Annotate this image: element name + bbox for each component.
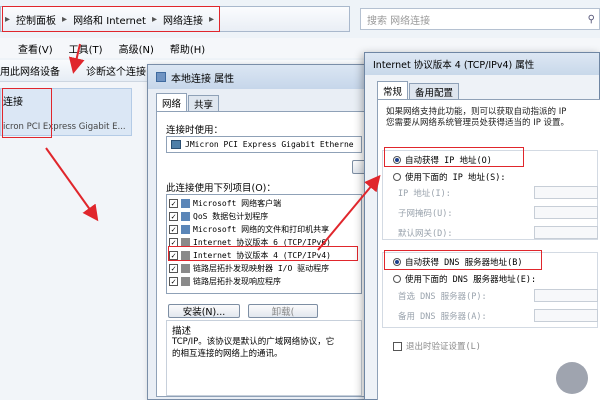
install-buttons-row: 安装(N)... 卸载(: [168, 304, 318, 318]
preferred-dns-input[interactable]: [534, 289, 598, 302]
search-input[interactable]: 搜索 网络连接 ⚲: [360, 8, 600, 30]
alternate-dns-label: 备用 DNS 服务器(A):: [398, 312, 487, 322]
gateway-label: 默认网关(D):: [398, 229, 453, 239]
items-list[interactable]: ✓ Microsoft 网络客户端 ✓ QoS 数据包计划程序 ✓ Microsoft…: [166, 194, 362, 294]
connect-using-label: 连接时使用：: [166, 125, 224, 136]
item-label: Microsoft 网络客户端: [193, 199, 282, 208]
dialog2-tabs: 常规 备用配置: [377, 81, 460, 99]
dialog-title-bar: 本地连接 属性: [148, 65, 368, 89]
list-item[interactable]: ✓ Microsoft 网络客户端: [169, 197, 331, 210]
menu-tools[interactable]: 工具(T): [69, 41, 103, 56]
subnet-mask-input[interactable]: [534, 206, 598, 219]
item-label: 链路层拓扑发现映射器 I/O 驱动程序: [193, 264, 330, 273]
item-label: Microsoft 网络的文件和打印机共享: [193, 225, 330, 234]
items-label: 此连接使用下列项目(O)：: [166, 183, 276, 194]
adapter-name: JMicron PCI Express Gigabit Etherne: [185, 140, 354, 149]
search-icon[interactable]: ⚲: [588, 14, 595, 25]
list-item[interactable]: ✓ 链路层拓扑发现响应程序: [169, 275, 331, 288]
checkbox[interactable]: ✓: [169, 225, 178, 234]
tab-network[interactable]: 网络: [156, 93, 188, 111]
description-text: TCP/IP。该协议是默认的广域网络协议，它 的相互连接的网络上的通讯。: [172, 337, 335, 359]
watermark-logo: [556, 362, 588, 394]
item-label: 链路层拓扑发现响应程序: [193, 277, 281, 286]
ip-address-input[interactable]: [534, 186, 598, 199]
dialog-title: 本地连接 属性: [171, 73, 235, 85]
list-item[interactable]: ✓ Microsoft 网络的文件和打印机共享: [169, 223, 331, 236]
uninstall-button[interactable]: 卸载(: [248, 304, 318, 318]
checkbox[interactable]: ✓: [169, 199, 178, 208]
install-button[interactable]: 安装(N)...: [168, 304, 240, 318]
manual-dns-option[interactable]: 使用下面的 DNS 服务器地址(E):: [393, 273, 536, 285]
qos-icon: [181, 212, 190, 221]
toolbar-diagnose[interactable]: 诊断这个连接: [86, 63, 146, 78]
alternate-dns-input[interactable]: [534, 309, 598, 322]
adapter-field: JMicron PCI Express Gigabit Etherne: [166, 136, 362, 153]
checkbox[interactable]: ✓: [169, 264, 178, 273]
description-title: 描述: [172, 326, 192, 337]
validate-label: 退出时验证设置(L): [406, 342, 481, 352]
manual-ip-label: 使用下面的 IP 地址(S):: [405, 173, 506, 183]
search-placeholder: 搜索 网络连接: [367, 15, 431, 27]
dialog-title-bar: Internet 协议版本 4 (TCP/IPv4) 属性: [365, 53, 599, 75]
gateway-input[interactable]: [534, 226, 598, 239]
network-icon: [156, 72, 166, 82]
annotation-box-connection: [2, 88, 52, 138]
dialog1-tabs: 网络 共享: [156, 93, 220, 111]
checkbox[interactable]: ✓: [169, 212, 178, 221]
list-item[interactable]: ✓ 链路层拓扑发现映射器 I/O 驱动程序: [169, 262, 331, 275]
item-label: QoS 数据包计划程序: [193, 212, 269, 221]
validate-option[interactable]: 退出时验证设置(L): [393, 340, 481, 352]
radio[interactable]: [393, 275, 401, 283]
tab-alternate-config[interactable]: 备用配置: [409, 83, 460, 99]
subnet-mask-label: 子网掩码(U):: [398, 209, 453, 219]
tab-general[interactable]: 常规: [377, 81, 409, 99]
intro-text: 如果网络支持此功能，则可以获取自动指派的 IP 您需要从网络系统管理员处获得适当…: [386, 107, 570, 128]
menu-advanced[interactable]: 高级(N): [119, 41, 154, 56]
client-icon: [181, 199, 190, 208]
checkbox[interactable]: [393, 341, 402, 351]
network-adapter-icon: [171, 140, 181, 149]
annotation-box-auto-ip: [384, 147, 524, 167]
radio[interactable]: [393, 173, 401, 181]
tab-sharing[interactable]: 共享: [188, 95, 220, 111]
annotation-box-ipv4-item: [168, 246, 358, 261]
preferred-dns-label: 首选 DNS 服务器(P):: [398, 292, 487, 302]
annotation-box-auto-dns: [384, 250, 542, 270]
share-icon: [181, 225, 190, 234]
list-item[interactable]: ✓ QoS 数据包计划程序: [169, 210, 331, 223]
menu-help[interactable]: 帮助(H): [170, 41, 205, 56]
ip-address-label: IP 地址(I):: [398, 189, 451, 199]
checkbox[interactable]: ✓: [169, 277, 178, 286]
manual-ip-option[interactable]: 使用下面的 IP 地址(S):: [393, 171, 505, 183]
dialog-title: Internet 协议版本 4 (TCP/IPv4) 属性: [373, 60, 535, 71]
protocol-icon: [181, 264, 190, 273]
protocol-icon: [181, 277, 190, 286]
manual-dns-label: 使用下面的 DNS 服务器地址(E):: [405, 275, 537, 285]
menu-view[interactable]: 查看(V): [18, 41, 53, 56]
annotation-box-breadcrumb: [2, 6, 220, 32]
toolbar-disable-device[interactable]: 用此网络设备: [0, 63, 60, 78]
